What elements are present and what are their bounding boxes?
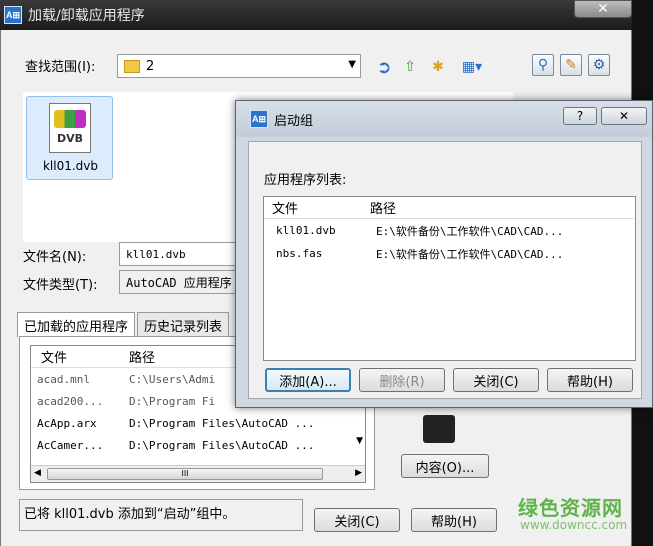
tab-history-list[interactable]: 历史记录列表 [137,312,230,336]
column-path[interactable]: 路径 [370,198,396,217]
file-item-name: kll01.dvb [42,159,99,173]
new-folder-icon[interactable]: ✱ [427,56,449,78]
column-path[interactable]: 路径 [129,347,155,366]
lookin-combo[interactable]: 2 ▼ [117,54,361,78]
main-close-button[interactable]: 关闭(C) [314,508,400,532]
startup-close-button[interactable]: 关闭(C) [453,368,539,392]
tools-icon[interactable]: ✎ [560,54,582,76]
views-menu-icon[interactable]: ▦▾ [457,56,487,78]
status-text: 已将 kll01.dvb 添加到“启动”组中。 [19,499,303,531]
tab-loaded-apps[interactable]: 已加载的应用程序 [17,312,136,337]
scroll-right-icon[interactable]: ▶ [355,468,362,478]
title-bar[interactable]: A⊞ 加载/卸载应用程序 ✕ [0,0,632,30]
chevron-down-icon[interactable]: ▼ [356,436,363,446]
dialog-title: 加载/卸载应用程序 [28,8,145,24]
startup-app-list[interactable]: 文件 路径 kll01.dvb E:\软件备份\工作软件\CAD\CAD... … [263,196,636,361]
startup-title-bar[interactable]: A⊞ 启动组 ? ✕ [236,101,652,137]
tab-strip: 已加载的应用程序 历史记录列表 [17,312,231,337]
startup-suitcase-icon [423,415,455,443]
file-item-kll01[interactable]: DVB kll01.dvb [26,96,113,180]
main-help-button[interactable]: 帮助(H) [411,508,497,532]
add-button[interactable]: 添加(A)... [265,368,351,392]
lookin-label: 查找范围(I): [25,60,96,75]
startup-body: 应用程序列表: 文件 路径 kll01.dvb E:\软件备份\工作软件\CAD… [248,141,642,399]
close-icon[interactable]: ✕ [601,107,647,125]
list-header: 文件 路径 [264,197,634,219]
watermark-logo: 绿色资源网 [518,496,623,520]
scroll-left-icon[interactable]: ◀ [34,468,41,478]
remove-button[interactable]: 删除(R) [359,368,445,392]
content-button[interactable]: 内容(O)... [401,454,489,478]
column-file[interactable]: 文件 [31,347,129,366]
close-window-button[interactable]: ✕ [574,0,632,18]
watermark-url: www.downcc.com [520,518,628,532]
back-icon[interactable]: ➲ [373,56,395,78]
list-item[interactable]: AcCamer... D:\Program Files\AutoCAD ... [31,434,365,456]
filename-input[interactable]: kll01.dvb [119,242,237,266]
search-icon[interactable]: ⚲ [532,54,554,76]
lookin-value: 2 [146,58,155,74]
autocad-app-icon: A⊞ [4,6,22,24]
list-item[interactable]: kll01.dvb E:\软件备份\工作软件\CAD\CAD... [264,219,635,242]
app-list-label: 应用程序列表: [264,173,347,188]
column-file[interactable]: 文件 [264,198,370,217]
scroll-thumb[interactable]: III [47,468,323,480]
list-item[interactable]: nbs.fas E:\软件备份\工作软件\CAD\CAD... [264,242,635,265]
filetype-label: 文件类型(T): [23,278,98,293]
up-folder-icon[interactable]: ⇧ [399,56,421,78]
startup-suite-dialog: A⊞ 启动组 ? ✕ 应用程序列表: 文件 路径 kll01.dvb E:\软件… [235,100,653,408]
dvb-file-icon: DVB [49,103,91,153]
startup-title: 启动组 [274,113,314,129]
filetype-select[interactable]: AutoCAD 应用程序 [119,270,237,294]
filename-label: 文件名(N): [23,250,87,265]
startup-help-button[interactable]: 帮助(H) [547,368,633,392]
list-item[interactable]: AcApp.arx D:\Program Files\AutoCAD ... [31,412,365,434]
chevron-down-icon: ▼ [348,59,356,70]
folder-icon [124,59,140,73]
horizontal-scrollbar[interactable]: ◀ III ▶ [31,465,365,482]
options-icon[interactable]: ⚙ [588,54,610,76]
help-icon[interactable]: ? [563,107,597,125]
autocad-app-icon: A⊞ [250,110,268,128]
